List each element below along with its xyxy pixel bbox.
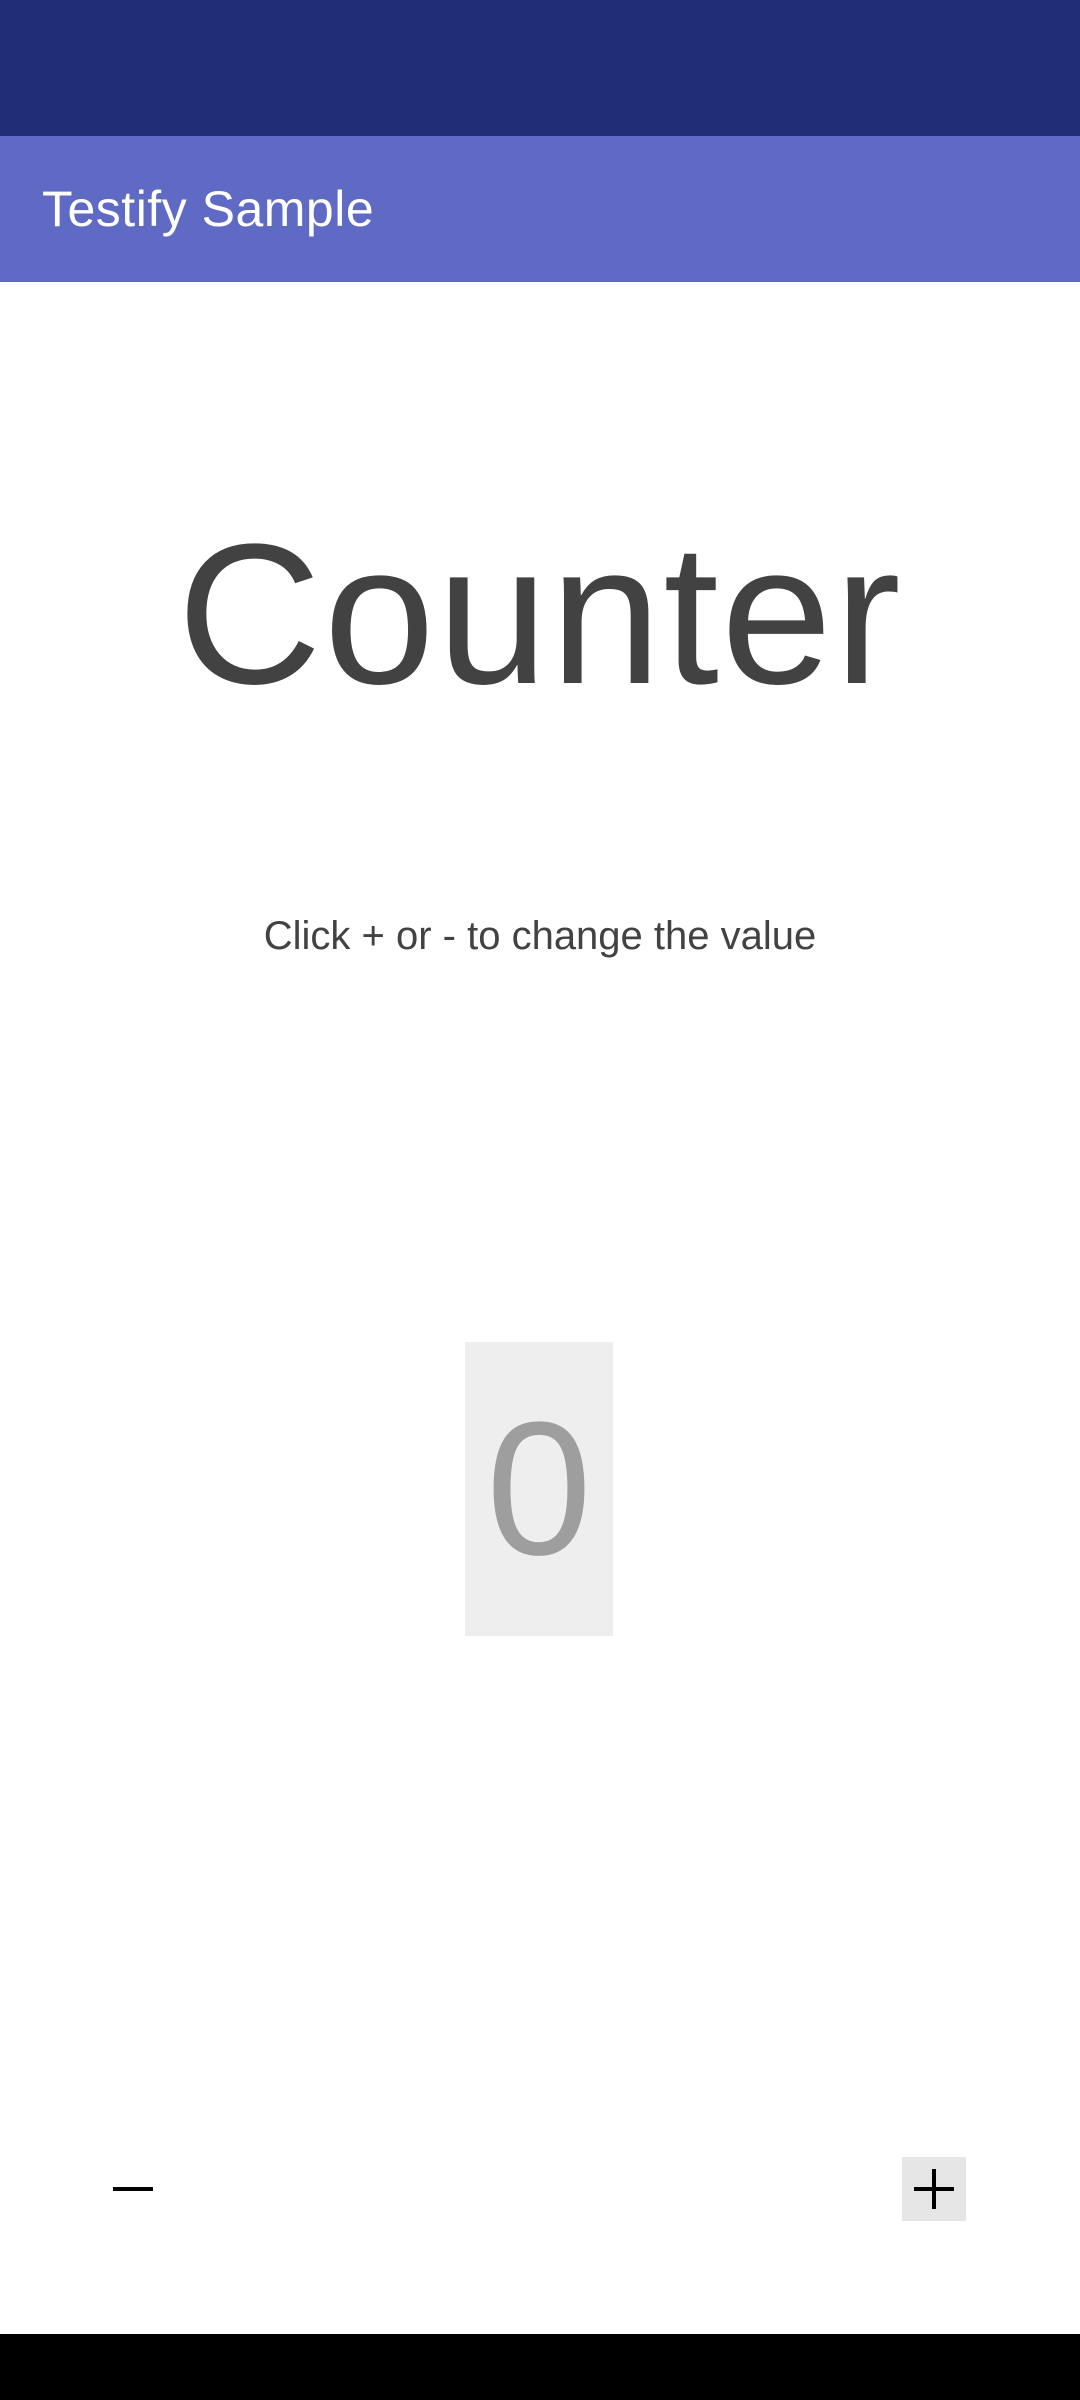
app-screen: Testify Sample Counter Click + or - to c… bbox=[0, 0, 1080, 2400]
counter-value-display: 0 bbox=[465, 1342, 613, 1636]
app-bar: Testify Sample bbox=[0, 136, 1080, 282]
instruction-text: Click + or - to change the value bbox=[263, 914, 817, 958]
plus-icon bbox=[914, 2169, 954, 2209]
decrement-button[interactable] bbox=[101, 2157, 165, 2221]
system-navigation-bar bbox=[0, 2334, 1080, 2400]
app-title: Testify Sample bbox=[42, 181, 375, 237]
increment-button[interactable] bbox=[902, 2157, 966, 2221]
status-bar bbox=[0, 0, 1080, 136]
minus-icon bbox=[113, 2187, 153, 2191]
counter-heading: Counter bbox=[177, 503, 903, 726]
counter-value: 0 bbox=[486, 1383, 592, 1595]
